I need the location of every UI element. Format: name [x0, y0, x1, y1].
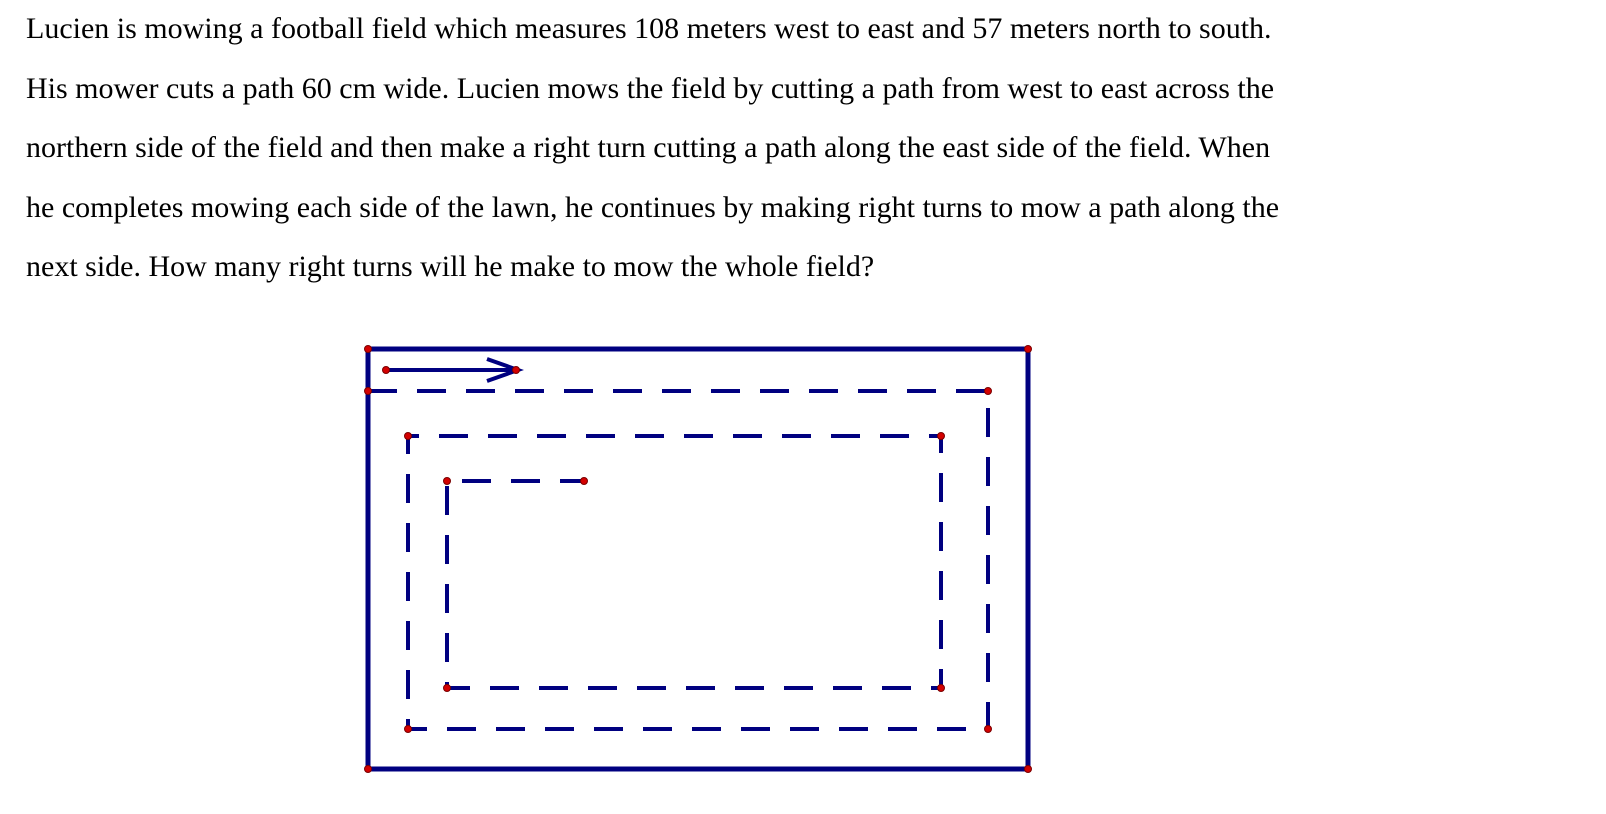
- point-arrow-start: [382, 366, 390, 374]
- point-corner-2: [984, 725, 992, 733]
- point-field-top-right: [1024, 345, 1032, 353]
- point-corner-4: [404, 432, 412, 440]
- point-corner-7: [443, 684, 451, 692]
- point-field-bottom-left: [364, 765, 372, 773]
- mowing-path-1: [368, 389, 990, 731]
- point-path-end: [580, 477, 588, 485]
- point-corner-6: [937, 684, 945, 692]
- mowing-spiral-diagram: [364, 345, 1032, 773]
- point-corner-3: [404, 725, 412, 733]
- point-field-bottom-right: [1024, 765, 1032, 773]
- field-boundary: [365, 346, 1031, 772]
- point-corner-5: [937, 432, 945, 440]
- point-path-start: [364, 387, 372, 395]
- point-corner-8: [443, 477, 451, 485]
- point-arrow-end: [512, 366, 520, 374]
- point-corner-1: [984, 387, 992, 395]
- point-field-top-left: [364, 345, 372, 353]
